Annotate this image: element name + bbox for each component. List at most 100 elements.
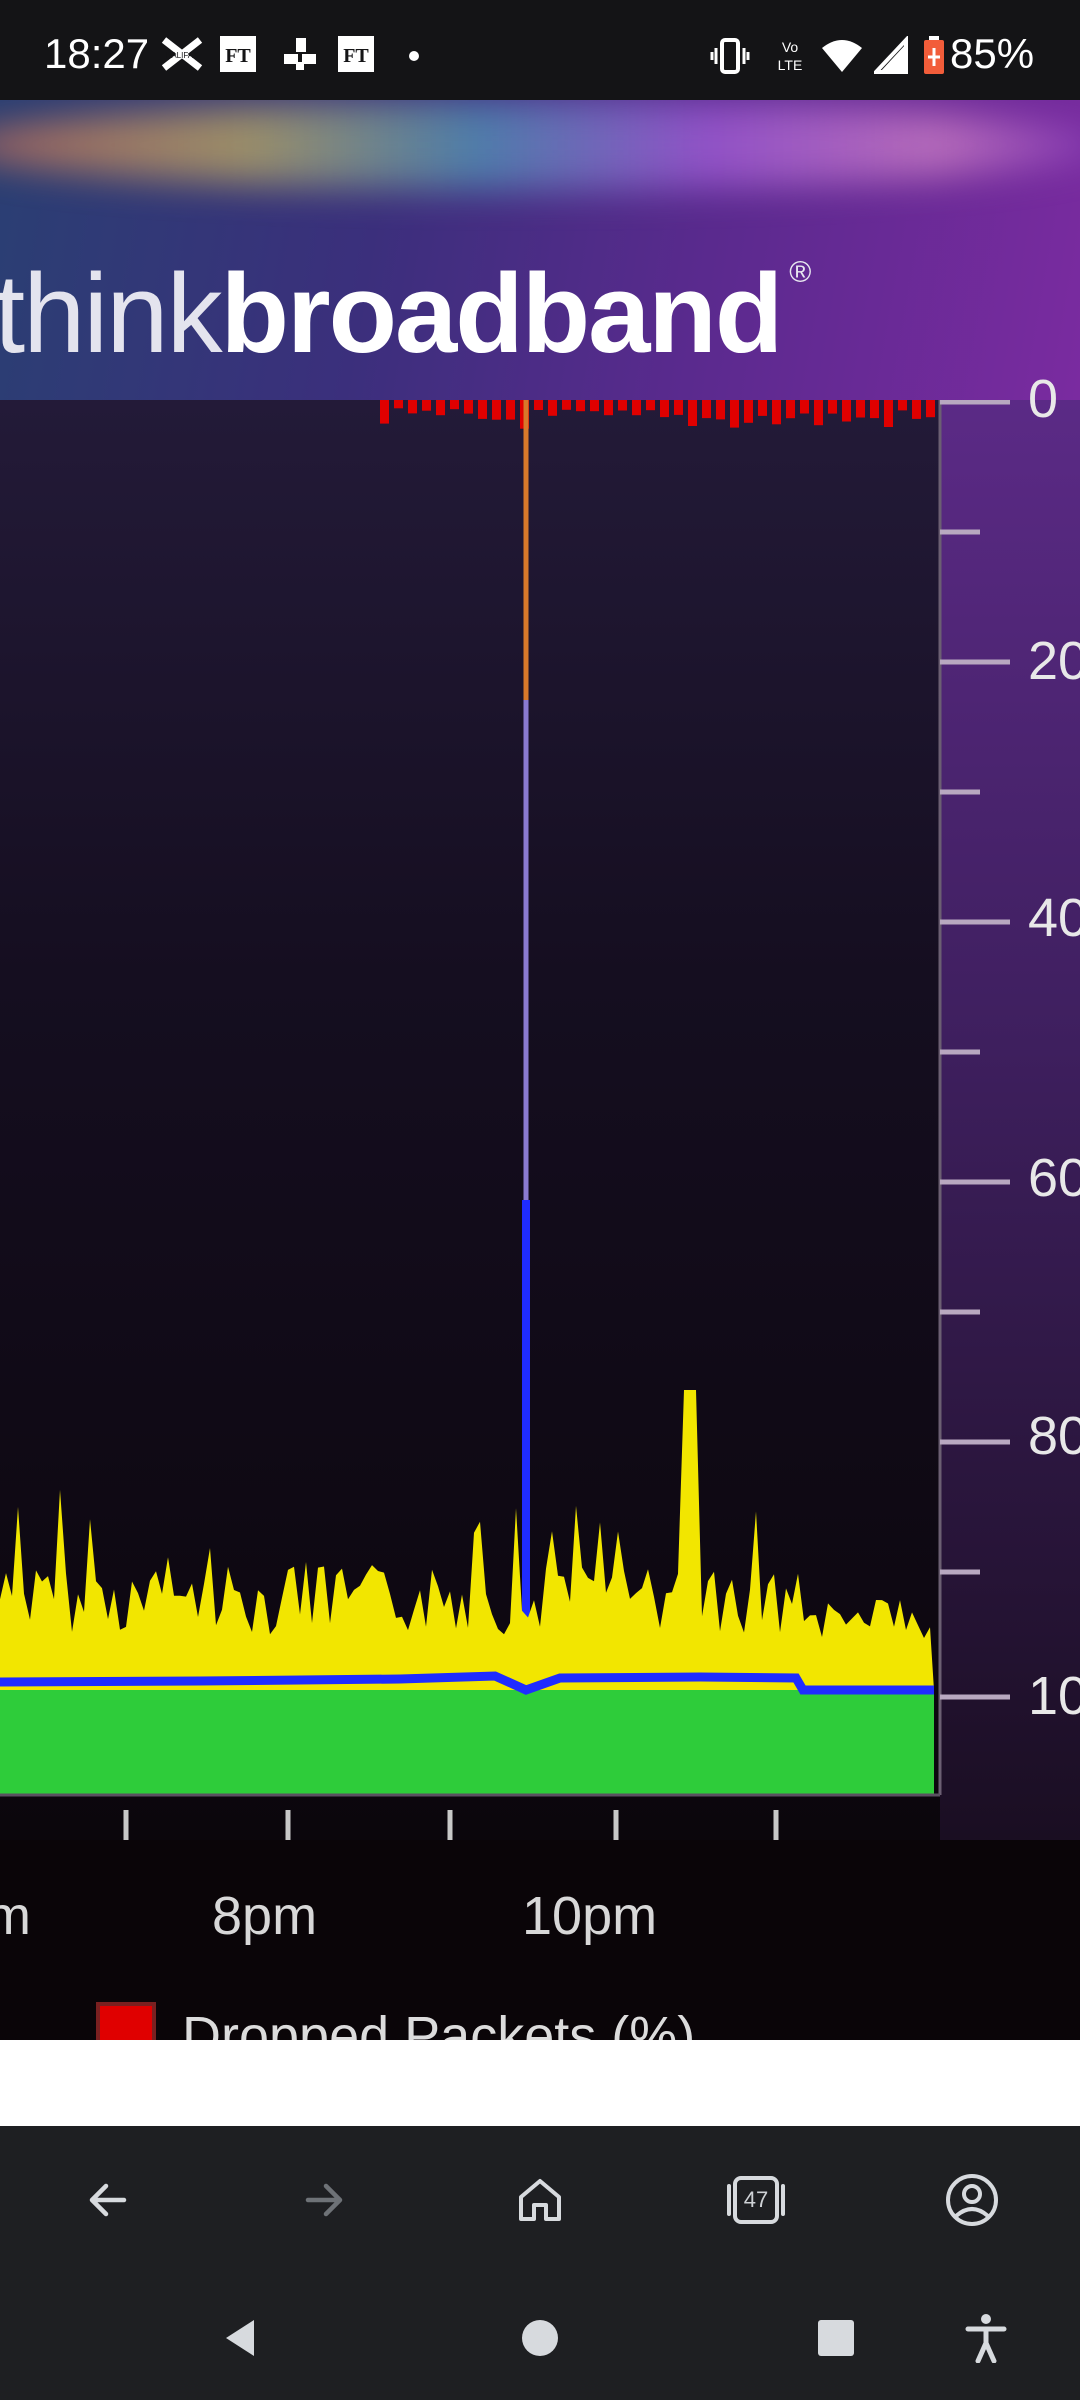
dropped-packet-mark: [828, 400, 837, 414]
dropped-packet-mark: [884, 400, 893, 427]
dropped-packet-mark: [450, 400, 459, 410]
dropped-packet-mark: [912, 400, 921, 419]
y-tick-label-20: 20: [1028, 631, 1080, 691]
svg-text:Vo: Vo: [782, 39, 799, 55]
dropped-packet-mark: [786, 400, 795, 419]
dropped-packet-mark: [772, 400, 781, 425]
nav-home-button[interactable]: [498, 2296, 582, 2380]
y-tick-label-40: 40: [1028, 888, 1080, 948]
dropped-packet-mark: [856, 400, 865, 418]
slack-icon: [284, 38, 316, 70]
dropped-packet-mark: [730, 400, 739, 428]
dropped-packet-mark: [576, 400, 585, 412]
dropped-packet-mark: [604, 400, 613, 416]
dropped-packet-mark: [464, 400, 473, 414]
dropped-packet-mark: [702, 400, 711, 419]
svg-text:LTE: LTE: [778, 57, 803, 73]
legend-label-dropped-packets: Dropped Packets (%): [182, 2006, 696, 2040]
nav-recents-button[interactable]: [794, 2296, 878, 2380]
banner-swirl: [0, 100, 1080, 190]
brand-think: think: [0, 251, 223, 376]
dropped-packet-mark: [842, 400, 851, 422]
volte-icon: Vo LTE: [778, 39, 803, 73]
y-tick-label-0: 0: [1028, 369, 1059, 429]
back-arrow-icon: [89, 2183, 127, 2217]
dropped-packet-mark: [674, 400, 683, 415]
dropped-packet-mark: [408, 400, 417, 414]
accessibility-icon: [965, 2314, 1007, 2363]
brand-registered: ®: [789, 256, 811, 289]
nav-accessibility-button[interactable]: [944, 2296, 1028, 2380]
dropped-packet-mark: [898, 400, 907, 411]
broadband-quality-graph: thinkbroadband ® 0 20 40 60 80 10 m 8pm 1…: [0, 100, 1080, 2040]
dropped-packet-mark: [506, 400, 515, 420]
battery-icon: [924, 36, 944, 74]
back-triangle-icon: [226, 2320, 254, 2356]
yellow-latency-area: [0, 1390, 934, 1690]
svg-text:FT: FT: [343, 45, 369, 67]
green-min-latency-area: [0, 1690, 934, 1794]
forward-arrow-icon: [305, 2183, 343, 2217]
home-button[interactable]: [490, 2150, 590, 2250]
home-icon: [519, 2179, 561, 2221]
dropped-packet-mark: [646, 400, 655, 411]
account-icon: [946, 2174, 998, 2226]
dropped-packet-mark: [590, 400, 599, 412]
dot-icon: [409, 51, 419, 61]
dropped-packet-mark: [394, 400, 403, 409]
svg-text:HALIFAX: HALIFAX: [166, 51, 200, 60]
dropped-packet-mark: [562, 400, 571, 410]
dropped-packet-mark: [926, 400, 935, 418]
dropped-packet-mark: [744, 400, 753, 423]
account-button[interactable]: [922, 2150, 1022, 2250]
y-axis-ticks: [940, 400, 1010, 1700]
x-tick-label-10pm: 10pm: [522, 1886, 658, 1946]
dropped-packet-mark: [870, 400, 879, 419]
browser-toolbar: 47: [0, 2126, 1080, 2272]
ft-icon: FT: [220, 36, 256, 72]
dropped-packet-mark: [632, 400, 641, 416]
nav-back-button[interactable]: [198, 2296, 282, 2380]
back-button[interactable]: [58, 2150, 158, 2250]
dropped-packet-mark: [660, 400, 669, 418]
forward-button[interactable]: [274, 2150, 374, 2250]
dropped-packet-mark: [534, 400, 543, 410]
brand-logo: thinkbroadband ®: [0, 256, 811, 370]
dropped-packet-mark: [422, 400, 431, 411]
wifi-icon: [822, 40, 862, 72]
dropped-packet-mark: [800, 400, 809, 414]
home-circle-icon: [522, 2320, 558, 2356]
vibrate-icon: [710, 38, 750, 74]
recents-square-icon: [818, 2320, 854, 2356]
dropped-packets-markers: [380, 400, 935, 429]
dropped-packet-mark: [492, 400, 501, 420]
dropped-packet-mark: [758, 400, 767, 416]
dropped-packet-mark: [618, 400, 627, 411]
dropped-packet-mark: [688, 400, 697, 426]
status-bar: 18:27 HALIFAX FT FT Vo LTE 85%: [0, 0, 1080, 100]
ft-icon: FT: [338, 36, 374, 72]
status-time: 18:27: [44, 30, 150, 77]
x-axis-ticks: [123, 1810, 779, 1840]
page-content-below: [0, 2040, 1080, 2126]
tab-count: 47: [743, 2187, 769, 2212]
dropped-packet-mark: [478, 400, 487, 419]
y-tick-label-60: 60: [1028, 1148, 1080, 1208]
halifax-icon: HALIFAX: [161, 37, 203, 71]
brand-banner: thinkbroadband ®: [0, 100, 1080, 400]
x-tick-label-6pm: m: [0, 1886, 31, 1946]
tabs-button[interactable]: 47: [706, 2150, 806, 2250]
dropped-packet-mark: [548, 400, 557, 416]
battery-percent: 85%: [950, 30, 1035, 77]
dropped-packet-mark: [380, 400, 389, 424]
y-tick-label-100: 10: [1028, 1666, 1080, 1726]
dropped-packet-mark: [814, 400, 823, 426]
x-tick-label-8pm: 8pm: [212, 1886, 318, 1946]
y-tick-label-80: 80: [1028, 1406, 1080, 1466]
legend-swatch-dropped-packets: [96, 2002, 156, 2040]
dropped-packet-mark: [716, 400, 725, 420]
signal-icon: [874, 36, 908, 74]
system-nav-bar: [0, 2272, 1080, 2400]
dropped-packet-mark: [436, 400, 445, 416]
brand-broadband: broadband: [220, 251, 784, 376]
